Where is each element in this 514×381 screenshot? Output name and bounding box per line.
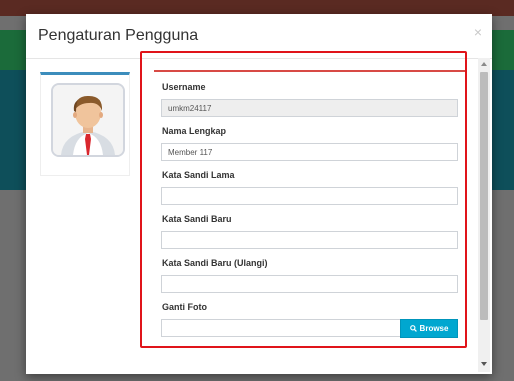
scroll-down-icon[interactable] xyxy=(481,362,487,366)
user-avatar-icon xyxy=(51,83,125,157)
scroll-thumb[interactable] xyxy=(480,72,488,320)
scroll-up-icon[interactable] xyxy=(481,62,487,66)
background-panel xyxy=(0,70,26,190)
highlight-frame xyxy=(140,51,467,348)
background-panel xyxy=(492,70,514,190)
background-panel xyxy=(0,30,26,70)
profile-card xyxy=(40,72,130,176)
close-button[interactable]: × xyxy=(474,25,482,39)
background-panel xyxy=(492,30,514,70)
modal-title: Pengaturan Pengguna xyxy=(38,27,199,44)
user-settings-modal: Pengaturan Pengguna × Username umkm24117… xyxy=(26,14,492,374)
modal-scrollbar[interactable] xyxy=(478,58,490,372)
